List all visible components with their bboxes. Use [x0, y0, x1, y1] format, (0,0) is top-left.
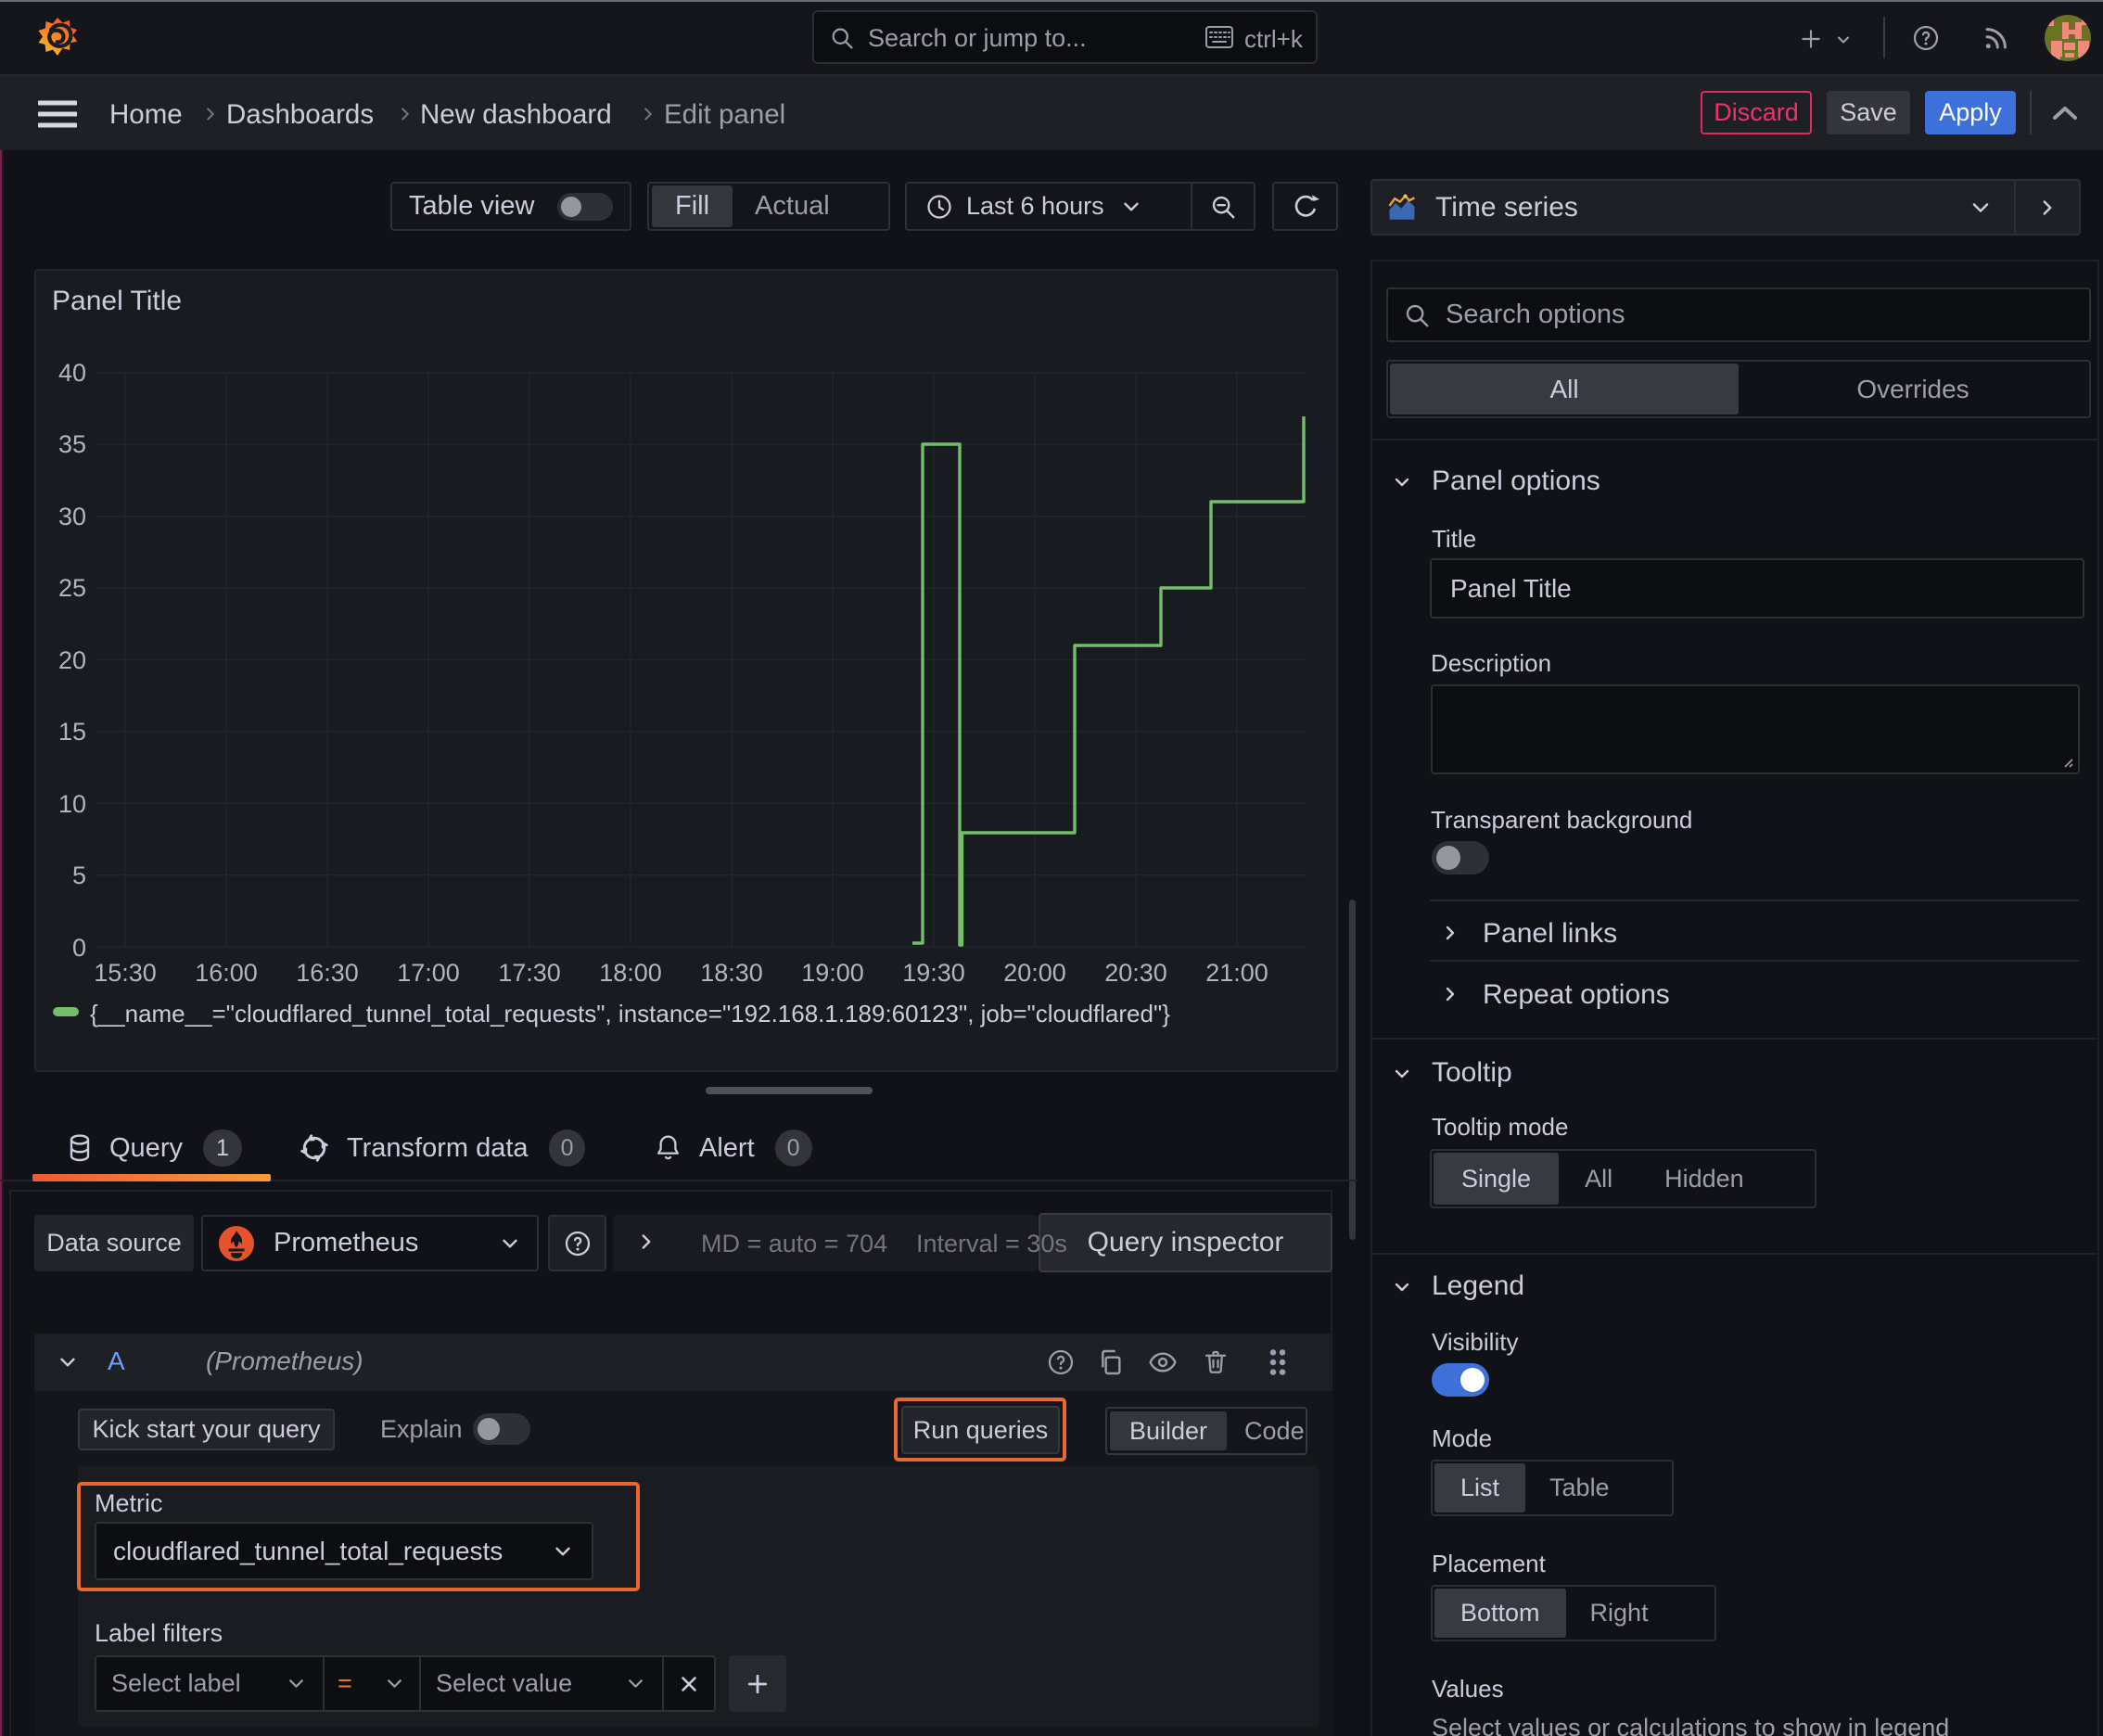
svg-text:40: 40	[58, 359, 86, 387]
svg-text:20:00: 20:00	[1003, 959, 1066, 987]
svg-text:15:30: 15:30	[94, 959, 157, 987]
svg-text:17:00: 17:00	[397, 959, 460, 987]
svg-text:16:00: 16:00	[195, 959, 258, 987]
svg-text:18:30: 18:30	[700, 959, 763, 987]
svg-text:17:30: 17:30	[498, 959, 561, 987]
svg-text:19:30: 19:30	[902, 959, 965, 987]
svg-text:16:30: 16:30	[296, 959, 359, 987]
svg-text:10: 10	[58, 790, 86, 818]
svg-text:35: 35	[58, 430, 86, 458]
svg-text:21:00: 21:00	[1205, 959, 1268, 987]
svg-text:30: 30	[58, 503, 86, 530]
svg-text:5: 5	[72, 862, 86, 889]
svg-text:25: 25	[58, 574, 86, 602]
svg-text:20: 20	[58, 646, 86, 674]
svg-text:0: 0	[72, 934, 86, 962]
svg-text:15: 15	[58, 718, 86, 746]
svg-text:18:00: 18:00	[599, 959, 662, 987]
svg-text:19:00: 19:00	[801, 959, 864, 987]
svg-text:20:30: 20:30	[1104, 959, 1167, 987]
